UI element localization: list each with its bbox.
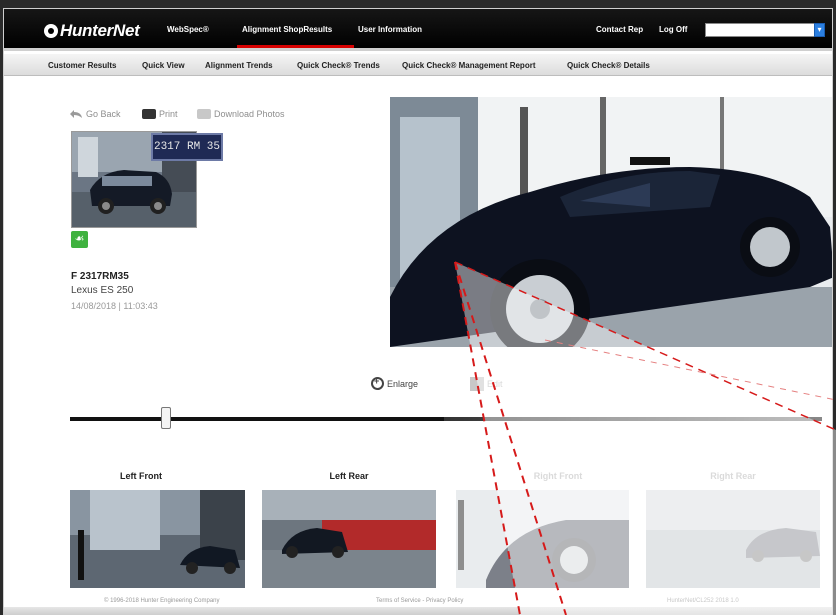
- search-input[interactable]: ▾: [705, 23, 825, 37]
- main-vehicle-photo[interactable]: [390, 97, 832, 347]
- vehicle-plate: F 2317RM35: [71, 271, 129, 282]
- search-button-icon[interactable]: ▾: [814, 23, 825, 37]
- download-photos-label: Download Photos: [214, 109, 285, 119]
- download-photos-icon: [197, 109, 211, 119]
- print-icon: [142, 109, 156, 119]
- download-photos-button[interactable]: Download Photos: [197, 109, 285, 119]
- thumb-label-left-front: Left Front: [120, 471, 162, 481]
- active-nav-indicator: [237, 45, 354, 48]
- slider-handle[interactable]: [161, 407, 171, 429]
- sub-navigation-bar: Customer Results Quick View Alignment Tr…: [4, 54, 832, 76]
- vehicle-model: Lexus ES 250: [71, 285, 134, 296]
- nav-user-information[interactable]: User Information: [358, 25, 422, 34]
- enlarge-icon: [371, 376, 384, 390]
- license-plate-tag: 2317 RM 35: [151, 133, 223, 161]
- thumbnail-left-front[interactable]: [70, 490, 245, 588]
- logo-mark-icon: [44, 24, 58, 38]
- print-label: Print: [159, 109, 178, 119]
- go-back-icon: [70, 110, 82, 118]
- footer-copyright: © 1996-2018 Hunter Engineering Company: [104, 598, 220, 604]
- slider-track-fade: [444, 417, 822, 421]
- go-back-button[interactable]: Go Back: [69, 109, 121, 119]
- subnav-alignment-trends[interactable]: Alignment Trends: [205, 61, 273, 70]
- subnav-customer-results[interactable]: Customer Results: [48, 61, 116, 70]
- nav-webspec[interactable]: WebSpec®: [167, 25, 209, 34]
- thumbnail-right-rear[interactable]: [646, 490, 820, 588]
- logo-text: HunterNet: [60, 21, 140, 40]
- thumbnail-right-front[interactable]: [456, 490, 629, 588]
- subnav-quick-check-management-report[interactable]: Quick Check® Management Report: [402, 61, 535, 70]
- hunternet-logo[interactable]: HunterNet: [44, 21, 140, 41]
- subnav-quick-check-trends[interactable]: Quick Check® Trends: [297, 61, 380, 70]
- edit-button[interactable]: Edit: [470, 377, 503, 391]
- subnav-quick-check-details[interactable]: Quick Check® Details: [567, 61, 650, 70]
- thumbnail-left-rear[interactable]: [262, 490, 436, 588]
- go-back-label: Go Back: [86, 109, 121, 119]
- thumb-label-right-front: Right Front: [533, 471, 583, 481]
- footer-version: HunterNet/CL252 2018 1.0: [667, 598, 739, 604]
- nav-alignment-shopresults[interactable]: Alignment ShopResults: [242, 25, 332, 34]
- bottom-status-bar: [4, 607, 832, 614]
- contact-rep-link[interactable]: Contact Rep: [596, 25, 643, 34]
- print-button[interactable]: Print: [142, 109, 178, 119]
- subnav-quick-view[interactable]: Quick View: [142, 61, 185, 70]
- enlarge-button[interactable]: Enlarge: [371, 376, 419, 390]
- edit-icon: [470, 377, 484, 391]
- thumb-label-left-rear: Left Rear: [329, 471, 369, 481]
- thumb-label-right-rear: Right Rear: [710, 471, 756, 481]
- footer-terms-link[interactable]: Terms of Service - Privacy Policy: [376, 598, 463, 604]
- top-navigation-bar: HunterNet WebSpec® Alignment ShopResults…: [4, 9, 832, 51]
- edit-label: Edit: [487, 379, 503, 389]
- alignment-badge-icon[interactable]: ☙: [71, 231, 88, 248]
- log-off-link[interactable]: Log Off: [659, 25, 687, 34]
- app-frame: HunterNet WebSpec® Alignment ShopResults…: [3, 8, 833, 615]
- inspection-datetime: 14/08/2018 | 11:03:43: [71, 301, 158, 311]
- enlarge-label: Enlarge: [387, 378, 419, 389]
